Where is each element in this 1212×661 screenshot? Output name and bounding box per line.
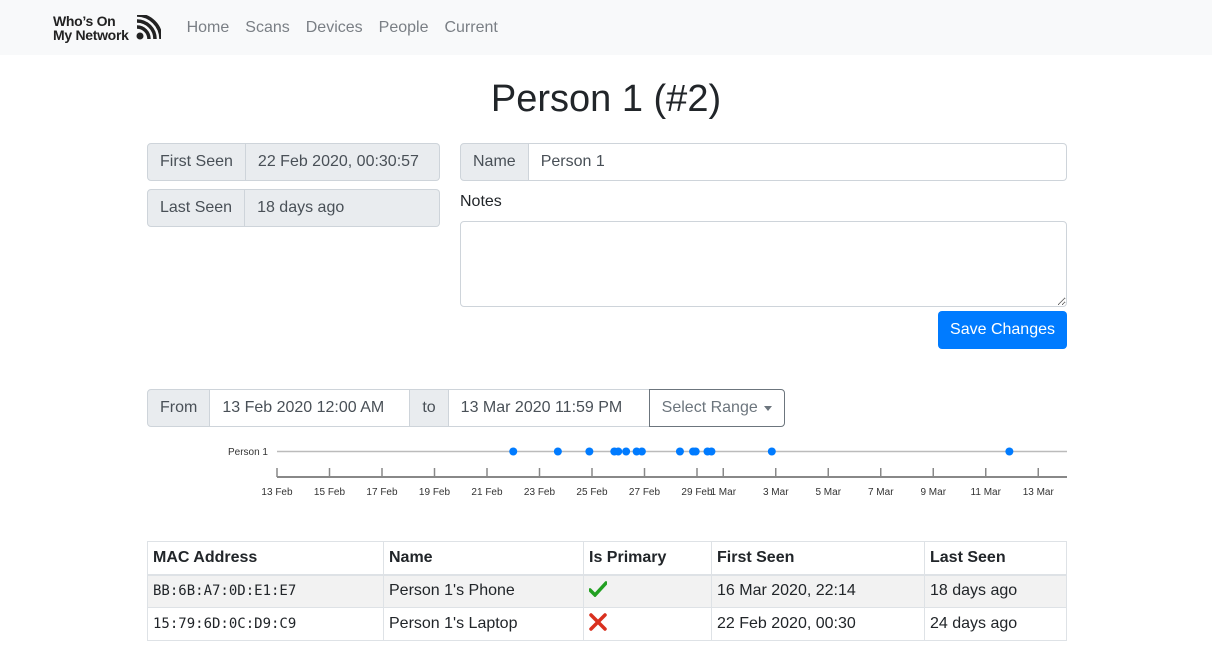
x-axis-ticks: 13 Feb 15 Feb 17 Feb 19 Feb 21 Feb 23 Feb 25 F… [261, 468, 1054, 498]
primary-cell [583, 607, 712, 641]
table-row[interactable]: 15:79:6D:0C:D9:C9 Person 1's Laptop 22 F… [147, 607, 1067, 641]
nav-current[interactable]: Current [444, 19, 497, 37]
brand-logo[interactable]: Who’s On My Network [53, 14, 161, 42]
data-point[interactable] [553, 447, 562, 456]
name-cell[interactable]: Person 1's Laptop [383, 607, 584, 641]
data-point[interactable] [767, 447, 776, 456]
col-mac: MAC Address [147, 541, 384, 576]
mac-cell: BB:6B:A7:0D:E1:E7 [147, 574, 384, 608]
from-input[interactable]: 13 Feb 2020 12:00 AM [210, 389, 411, 427]
name-input[interactable]: Person 1 [528, 143, 1067, 181]
first-seen-cell: 16 Mar 2020, 22:14 [711, 574, 925, 608]
data-point[interactable] [585, 447, 594, 456]
data-point[interactable] [691, 447, 700, 456]
col-first-seen: First Seen [711, 541, 925, 576]
navbar: Who’s On My Network Home Scans Devices P… [0, 0, 1212, 55]
mac-cell: 15:79:6D:0C:D9:C9 [147, 607, 384, 641]
to-input[interactable]: 13 Mar 2020 11:59 PM [448, 389, 649, 427]
seen-info: First Seen 22 Feb 2020, 00:30:57 Last Se… [147, 143, 440, 235]
data-point[interactable] [614, 447, 623, 456]
brand-line2: My Network [53, 26, 129, 43]
primary-cell [583, 574, 712, 608]
data-point[interactable] [622, 447, 631, 456]
last-seen-cell: 18 days ago [924, 574, 1067, 608]
nav-devices[interactable]: Devices [306, 19, 363, 37]
x-tick-label: 19 Feb [419, 487, 451, 498]
last-seen-label: Last Seen [147, 189, 246, 227]
select-range-label: Select Range [661, 399, 758, 416]
x-tick-label: 15 Feb [314, 487, 346, 498]
person-form: Name Person 1 Notes Save Changes [460, 143, 1067, 349]
date-range: From 13 Feb 2020 12:00 AM to 13 Mar 2020… [147, 389, 785, 427]
x-tick-label: 11 Mar [971, 487, 1002, 498]
last-seen-group: Last Seen 18 days ago [147, 189, 440, 227]
data-point[interactable] [509, 447, 518, 456]
x-tick-label: 3 Mar [763, 487, 789, 498]
from-label: From [147, 389, 211, 427]
x-tick-label: 9 Mar [920, 487, 946, 498]
notes-textarea[interactable] [460, 221, 1067, 307]
devices-table: MAC Address Name Is Primary First Seen L… [147, 541, 1067, 641]
nav-scans[interactable]: Scans [245, 19, 289, 37]
last-seen-cell: 24 days ago [924, 607, 1067, 641]
name-cell[interactable]: Person 1's Phone [383, 574, 584, 608]
x-tick-label: 13 Mar [1023, 487, 1055, 498]
first-seen-label: First Seen [147, 143, 246, 181]
x-tick-label: 7 Mar [868, 487, 894, 498]
caret-down-icon [763, 405, 772, 411]
page-title: Person 1 (#2) [490, 78, 722, 120]
x-tick-label: 29 Feb [681, 487, 713, 498]
x-tick-label: 27 Feb [629, 487, 661, 498]
notes-label: Notes [460, 193, 502, 210]
table-row[interactable]: BB:6B:A7:0D:E1:E7 Person 1's Phone 16 Ma… [147, 574, 1067, 608]
x-tick-label: 23 Feb [524, 487, 556, 498]
col-name: Name [383, 541, 584, 576]
x-tick-label: 13 Feb [261, 487, 293, 498]
col-last-seen: Last Seen [924, 541, 1067, 576]
data-point[interactable] [675, 447, 684, 456]
x-tick-label: 17 Feb [366, 487, 398, 498]
timeline-chart: Person 1 13 Feb 15 Feb 17 Feb 19 Feb 21 Feb 2… [228, 447, 1067, 498]
data-point[interactable] [1005, 447, 1014, 456]
x-tick-label: 25 Feb [576, 487, 608, 498]
data-point[interactable] [637, 447, 646, 456]
last-seen-value: 18 days ago [245, 189, 440, 227]
first-seen-cell: 22 Feb 2020, 00:30 [711, 607, 925, 641]
table-header-row: MAC Address Name Is Primary First Seen L… [147, 541, 1067, 576]
first-seen-group: First Seen 22 Feb 2020, 00:30:57 [147, 143, 440, 181]
to-label: to [410, 389, 449, 427]
col-primary: Is Primary [583, 541, 712, 576]
nav-people[interactable]: People [379, 19, 429, 37]
brand-line1: Who’s On [53, 12, 116, 29]
name-label: Name [460, 143, 529, 181]
nav-home[interactable]: Home [187, 19, 230, 37]
series-label: Person 1 [228, 447, 268, 458]
data-point[interactable] [707, 447, 716, 456]
wifi-signal-icon [136, 14, 161, 39]
cross-icon [589, 612, 607, 631]
check-icon [588, 581, 608, 598]
select-range-button[interactable]: Select Range [648, 389, 785, 427]
save-changes-button[interactable]: Save Changes [938, 311, 1067, 349]
name-group: Name Person 1 [460, 143, 1067, 181]
x-tick-label: 5 Mar [815, 487, 841, 498]
first-seen-value: 22 Feb 2020, 00:30:57 [245, 143, 440, 181]
x-tick-label: 1 Mar [710, 487, 736, 498]
x-tick-label: 21 Feb [471, 487, 503, 498]
